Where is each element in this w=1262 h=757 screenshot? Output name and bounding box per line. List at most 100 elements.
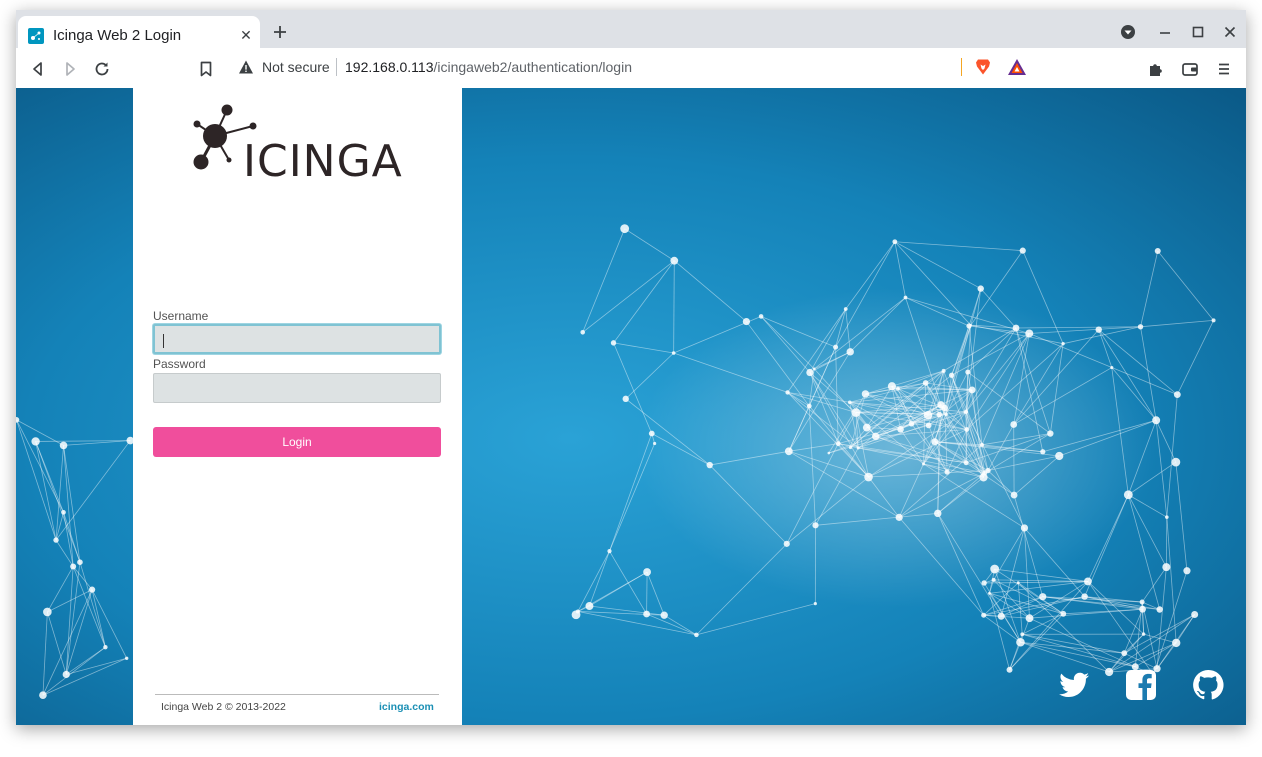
network-node <box>1139 605 1146 613</box>
network-node <box>922 380 929 386</box>
twitter-icon[interactable] <box>1057 668 1091 702</box>
logo-wordmark: ICINGA <box>243 136 403 178</box>
browser-toolbar: Not secure 192.168.0.113/icingaweb2/auth… <box>16 48 1246 89</box>
network-node <box>660 611 668 619</box>
network-node <box>827 451 831 455</box>
network-node <box>908 420 915 427</box>
network-node <box>1165 515 1169 519</box>
username-input[interactable] <box>153 324 441 354</box>
network-node <box>843 307 848 311</box>
tab-search-icon[interactable] <box>1116 20 1140 44</box>
network-node <box>856 446 860 450</box>
login-button[interactable]: Login <box>153 427 441 457</box>
network-node <box>934 509 942 518</box>
network-node <box>896 386 900 391</box>
network-node <box>931 438 939 446</box>
network-node <box>607 549 612 554</box>
network-node <box>963 409 969 415</box>
network-node <box>31 437 40 446</box>
network-node <box>941 368 946 373</box>
url-text[interactable]: 192.168.0.113/icingaweb2/authentication/… <box>345 59 632 75</box>
network-node <box>1183 567 1191 575</box>
network-node <box>1121 650 1128 657</box>
network-node <box>1081 593 1088 600</box>
network-node <box>1191 610 1199 618</box>
footer-divider <box>155 694 439 695</box>
brave-rewards-icon[interactable] <box>1007 58 1027 76</box>
network-node <box>1137 324 1144 330</box>
network-node <box>1173 391 1181 399</box>
network-node <box>1141 632 1146 636</box>
network-node <box>925 422 932 429</box>
network-node <box>922 462 926 466</box>
network-node <box>783 540 790 547</box>
maximize-icon[interactable] <box>1186 20 1210 44</box>
forward-icon[interactable] <box>57 56 83 82</box>
network-node <box>59 441 68 450</box>
network-node <box>758 314 764 319</box>
minimize-icon[interactable] <box>1153 20 1177 44</box>
icinga-logo: ICINGA <box>193 104 403 178</box>
bookmark-icon[interactable] <box>193 56 219 82</box>
tab-title: Icinga Web 2 Login <box>53 27 182 44</box>
omnibox-divider-2 <box>961 58 962 76</box>
network-node <box>963 460 969 466</box>
github-icon[interactable] <box>1191 668 1225 702</box>
network-node <box>835 441 841 447</box>
network-node <box>988 591 991 595</box>
network-node <box>89 586 96 593</box>
address-bar[interactable]: Not secure 192.168.0.113/icingaweb2/auth… <box>228 51 1034 83</box>
close-window-icon[interactable] <box>1218 20 1242 44</box>
network-node <box>848 445 853 450</box>
network-node <box>1010 421 1018 428</box>
back-icon[interactable] <box>25 56 51 82</box>
security-indicator[interactable]: Not secure <box>262 59 330 75</box>
warning-icon[interactable] <box>238 59 254 75</box>
network-node <box>1154 248 1161 255</box>
network-node <box>670 256 679 265</box>
url-host: 192.168.0.113 <box>345 59 434 75</box>
network-node <box>1016 581 1020 585</box>
new-tab-icon[interactable] <box>270 22 290 42</box>
network-node <box>1110 365 1114 370</box>
network-node <box>892 239 898 245</box>
network-node <box>872 432 880 441</box>
menu-icon[interactable] <box>1211 56 1237 82</box>
network-node <box>585 602 594 611</box>
network-node <box>979 442 984 447</box>
network-node <box>981 612 987 618</box>
network-node <box>53 537 59 543</box>
network-node <box>1055 451 1064 461</box>
extensions-icon[interactable] <box>1143 56 1169 82</box>
network-node <box>1095 326 1102 333</box>
network-node <box>1171 457 1181 467</box>
network-node <box>1105 667 1114 677</box>
brave-shields-icon[interactable] <box>973 57 993 77</box>
network-node <box>944 412 948 416</box>
network-node <box>923 411 933 420</box>
network-node <box>1016 637 1025 647</box>
reload-icon[interactable] <box>89 56 115 82</box>
network-node <box>944 469 950 475</box>
icinga-website-link[interactable]: icinga.com <box>379 701 434 713</box>
footer-copyright: Icinga Web 2 © 2013-2022 <box>161 701 286 713</box>
network-node <box>1039 593 1047 601</box>
network-node <box>941 404 948 412</box>
wallet-icon[interactable] <box>1177 56 1203 82</box>
network-node <box>903 295 908 300</box>
network-node <box>862 423 871 432</box>
password-input[interactable] <box>153 373 441 403</box>
network-node <box>1060 610 1067 617</box>
network-node <box>70 563 77 570</box>
close-tab-icon[interactable]: ✕ <box>236 25 256 45</box>
network-node <box>851 408 861 417</box>
url-path: /icingaweb2/authentication/login <box>433 59 632 75</box>
network-node <box>1047 430 1054 437</box>
network-node <box>742 317 751 326</box>
network-node <box>610 340 617 346</box>
network-node <box>991 577 996 582</box>
facebook-icon[interactable] <box>1124 668 1158 702</box>
network-node <box>979 473 988 482</box>
network-node <box>77 559 83 565</box>
network-node <box>812 522 819 529</box>
